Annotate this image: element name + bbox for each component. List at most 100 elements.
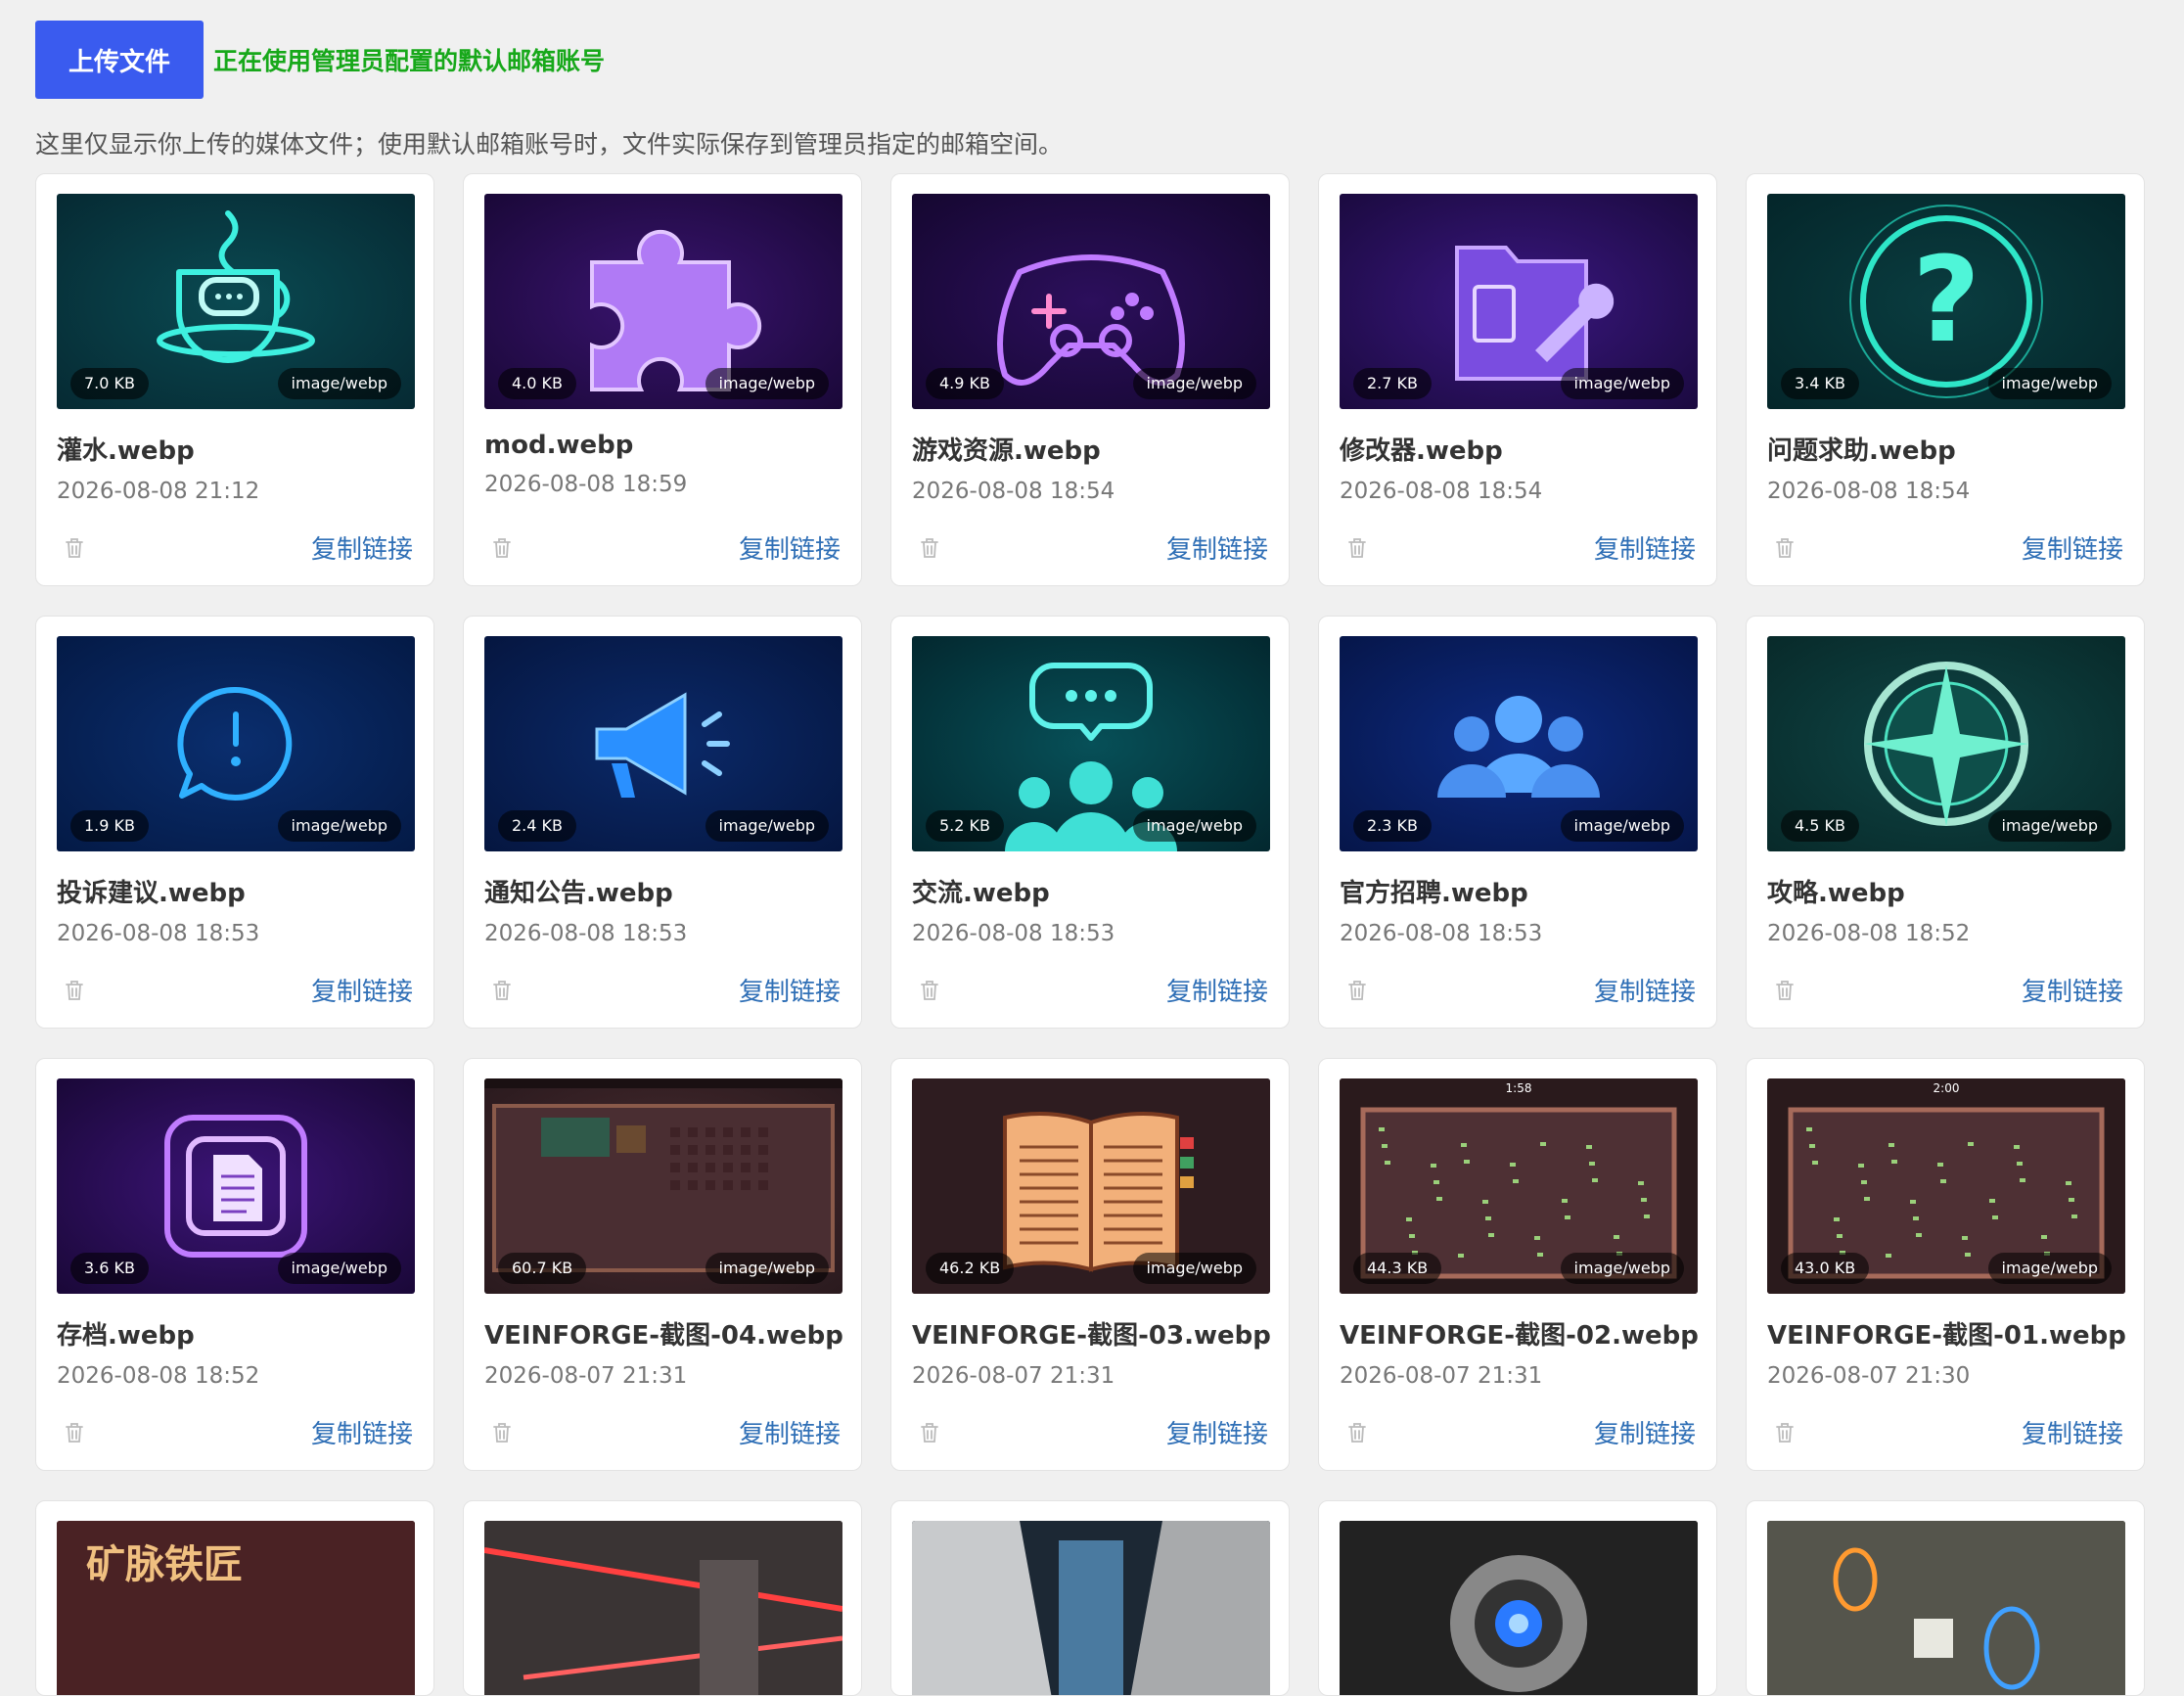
copy-link-button[interactable]: 复制链接 [2022,1414,2123,1450]
mime-type-badge: image/webp [1987,1253,2112,1284]
thumbnail[interactable]: 1.9 KB image/webp [57,636,415,851]
file-size-badge: 4.0 KB [498,368,576,399]
mime-type-badge: image/webp [1987,810,2112,842]
copy-link-button[interactable]: 复制链接 [1594,1414,1696,1450]
thumbnail[interactable]: 7.0 KB image/webp [57,194,415,409]
toolbar: 上传文件 正在使用管理员配置的默认邮箱账号 [35,21,605,99]
file-name: VEINFORGE-截图-01.webp [1767,1321,2126,1351]
copy-link-button[interactable]: 复制链接 [1166,529,1268,566]
delete-trash-icon[interactable] [1340,1415,1375,1450]
file-size-badge: 4.9 KB [926,368,1004,399]
file-size-badge: 4.5 KB [1781,810,1859,842]
file-name: 投诉建议.webp [57,879,246,908]
media-card: 4.5 KB image/webp 攻略.webp 2026-08-08 18:… [1746,616,2145,1029]
delete-trash-icon[interactable] [1340,530,1375,566]
delete-trash-icon[interactable] [912,530,947,566]
mime-type-badge: image/webp [277,810,401,842]
file-size-badge: 2.4 KB [498,810,576,842]
copy-link-button[interactable]: 复制链接 [2022,529,2123,566]
file-size-badge: 5.2 KB [926,810,1004,842]
copy-link-button[interactable]: 复制链接 [2022,972,2123,1008]
media-card: 7.0 KB image/webp 灌水.webp 2026-08-08 21:… [35,173,434,586]
mime-type-badge: image/webp [1987,368,2112,399]
upload-date: 2026-08-08 18:54 [1767,479,1971,504]
thumbnail[interactable]: 60.7 KB image/webp [484,1078,842,1294]
svg-text:矿脉铁匠: 矿脉铁匠 [86,1542,243,1587]
upload-date: 2026-08-07 21:31 [484,1363,688,1389]
upload-button[interactable]: 上传文件 [35,21,204,99]
copy-link-button[interactable]: 复制链接 [311,1414,413,1450]
thumbnail[interactable]: ? 3.4 KB image/webp [1767,194,2125,409]
thumbnail[interactable]: 4.0 KB image/webp [484,194,842,409]
thumbnail[interactable]: 3.6 KB image/webp [57,1078,415,1294]
copy-link-button[interactable]: 复制链接 [1166,972,1268,1008]
thumbnail[interactable]: 4.5 KB image/webp [1767,636,2125,851]
upload-date: 2026-08-08 21:12 [57,479,260,504]
file-size-badge: 3.6 KB [70,1253,149,1284]
delete-trash-icon[interactable] [57,973,92,1008]
media-card: ? 3.4 KB image/webp 问题求助.webp 2026-08-08… [1746,173,2145,586]
delete-trash-icon[interactable] [484,1415,520,1450]
file-name: VEINFORGE-截图-04.webp [484,1321,843,1351]
file-name: VEINFORGE-截图-02.webp [1340,1321,1699,1351]
media-card: 2:00 43.0 KB image/webp VEINFORGE-截图-01.… [1746,1058,2145,1471]
thumbnail[interactable]: 4.9 KB image/webp [912,194,1270,409]
thumbnail[interactable]: 矿脉铁匠 [57,1521,415,1695]
svg-text:1:58: 1:58 [1506,1081,1532,1095]
delete-trash-icon[interactable] [57,1415,92,1450]
media-card [463,1500,862,1696]
mime-type-badge: image/webp [705,810,829,842]
copy-link-button[interactable]: 复制链接 [739,972,841,1008]
thumbnail[interactable]: 2.7 KB image/webp [1340,194,1698,409]
delete-trash-icon[interactable] [1767,1415,1802,1450]
thumbnail[interactable]: 5.2 KB image/webp [912,636,1270,851]
mime-type-badge: image/webp [277,1253,401,1284]
file-size-badge: 3.4 KB [1781,368,1859,399]
thumbnail[interactable]: 2:00 43.0 KB image/webp [1767,1078,2125,1294]
mime-type-badge: image/webp [705,1253,829,1284]
thumbnail[interactable]: 1:58 44.3 KB image/webp [1340,1078,1698,1294]
file-name: 官方招聘.webp [1340,879,1528,908]
media-card: 3.6 KB image/webp 存档.webp 2026-08-08 18:… [35,1058,434,1471]
delete-trash-icon[interactable] [912,973,947,1008]
upload-date: 2026-08-08 18:52 [57,1363,260,1389]
media-card: 1.9 KB image/webp 投诉建议.webp 2026-08-08 1… [35,616,434,1029]
copy-link-button[interactable]: 复制链接 [311,972,413,1008]
media-card: 2.7 KB image/webp 修改器.webp 2026-08-08 18… [1318,173,1717,586]
copy-link-button[interactable]: 复制链接 [1166,1414,1268,1450]
upload-date: 2026-08-08 18:54 [1340,479,1543,504]
account-status-note: 正在使用管理员配置的默认邮箱账号 [213,47,606,75]
mime-type-badge: image/webp [1560,1253,1684,1284]
file-size-badge: 2.7 KB [1353,368,1432,399]
thumbnail[interactable]: 46.2 KB image/webp [912,1078,1270,1294]
copy-link-button[interactable]: 复制链接 [1594,972,1696,1008]
upload-date: 2026-08-08 18:54 [912,479,1115,504]
thumbnail[interactable] [1340,1521,1698,1695]
mime-type-badge: image/webp [1560,368,1684,399]
copy-link-button[interactable]: 复制链接 [739,1414,841,1450]
thumbnail[interactable]: 2.4 KB image/webp [484,636,842,851]
file-size-badge: 44.3 KB [1353,1253,1442,1284]
delete-trash-icon[interactable] [1767,973,1802,1008]
copy-link-button[interactable]: 复制链接 [311,529,413,566]
upload-date: 2026-08-08 18:59 [484,472,688,497]
thumbnail[interactable] [912,1521,1270,1695]
thumbnail[interactable] [1767,1521,2125,1695]
file-name: 修改器.webp [1340,436,1503,466]
thumbnail[interactable] [484,1521,842,1695]
delete-trash-icon[interactable] [1767,530,1802,566]
media-hint-text: 这里仅显示你上传的媒体文件；使用默认邮箱账号时，文件实际保存到管理员指定的邮箱空… [35,130,1064,159]
svg-text:2:00: 2:00 [1934,1081,1960,1095]
mime-type-badge: image/webp [705,368,829,399]
delete-trash-icon[interactable] [57,530,92,566]
file-name: 问题求助.webp [1767,436,1956,466]
copy-link-button[interactable]: 复制链接 [1594,529,1696,566]
media-card: 2.4 KB image/webp 通知公告.webp 2026-08-08 1… [463,616,862,1029]
file-name: 灌水.webp [57,436,195,466]
copy-link-button[interactable]: 复制链接 [739,529,841,566]
thumbnail[interactable]: 2.3 KB image/webp [1340,636,1698,851]
delete-trash-icon[interactable] [1340,973,1375,1008]
delete-trash-icon[interactable] [484,530,520,566]
delete-trash-icon[interactable] [912,1415,947,1450]
delete-trash-icon[interactable] [484,973,520,1008]
